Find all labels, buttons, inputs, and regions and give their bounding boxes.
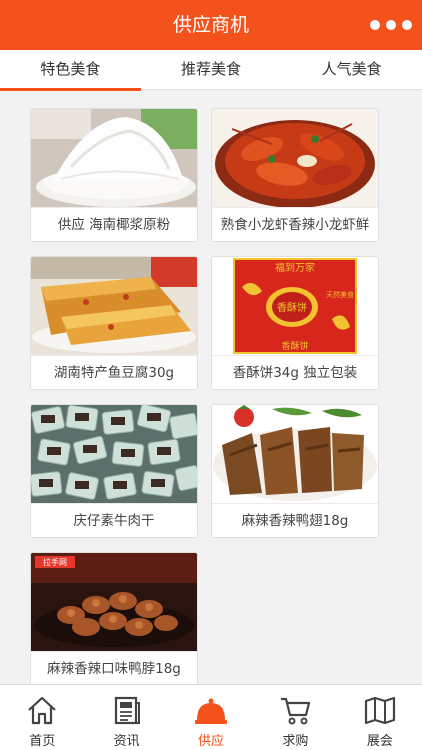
supply-bell-icon [194, 693, 228, 727]
product-card[interactable]: 湖南特产鱼豆腐30g [30, 256, 198, 390]
product-name: 供应 海南椰浆原粉 [31, 207, 197, 241]
svg-text:天然美食: 天然美食 [326, 290, 354, 299]
svg-text:香酥饼: 香酥饼 [277, 301, 307, 314]
product-image [212, 405, 378, 503]
tabbar-label: 供应 [198, 734, 225, 749]
page-title: 供应商机 [172, 14, 249, 36]
product-name: 熟食小龙虾香辣小龙虾鲜 [212, 207, 378, 241]
more-options-icon[interactable] [370, 13, 412, 37]
tabbar-label: 展会 [366, 734, 393, 749]
product-card[interactable]: 麻辣香辣鸭翅18g [211, 404, 379, 538]
product-card[interactable]: 熟食小龙虾香辣小龙虾鲜 [211, 108, 379, 242]
tabbar-item-supply[interactable]: 供应 [169, 685, 253, 750]
tabbar-item-home[interactable]: 首页 [0, 685, 84, 750]
home-icon [25, 693, 59, 727]
tabbar-label: 求购 [282, 734, 309, 749]
tabbar-item-news[interactable]: 资讯 [84, 685, 168, 750]
tabbar-label: 首页 [29, 734, 56, 749]
product-image [31, 405, 197, 503]
product-card[interactable]: 拉手网 麻辣香辣口味鸭脖18g [30, 552, 198, 684]
product-name: 香酥饼34g 独立包装 [212, 355, 378, 389]
cart-icon [278, 693, 312, 727]
tabbar-label: 资讯 [113, 734, 140, 749]
product-image [31, 109, 197, 207]
product-grid: 供应 海南椰浆原粉 熟食小龙虾香辣小龙虾鲜 湖南特产鱼豆腐30g 福到万家 香酥… [0, 90, 422, 684]
tabbar-item-exhibition[interactable]: 展会 [338, 685, 422, 750]
svg-text:福到万家: 福到万家 [275, 261, 315, 274]
tab-recommended-food[interactable]: 推荐美食 [141, 50, 282, 89]
product-name: 湖南特产鱼豆腐30g [31, 355, 197, 389]
product-name: 麻辣香辣鸭翅18g [212, 503, 378, 537]
tab-popular-food[interactable]: 人气美食 [281, 50, 422, 89]
product-image: 拉手网 [31, 553, 197, 651]
tabbar-item-purchase[interactable]: 求购 [253, 685, 337, 750]
product-image [31, 257, 197, 355]
svg-text:拉手网: 拉手网 [43, 557, 67, 567]
category-tabs: 特色美食 推荐美食 人气美食 [0, 50, 422, 91]
product-card[interactable]: 庆仔素牛肉干 [30, 404, 198, 538]
svg-text:香酥饼: 香酥饼 [281, 340, 308, 352]
app-header: 供应商机 [0, 0, 422, 50]
product-card[interactable]: 福到万家 香酥饼 天然美食 香酥饼 香酥饼34g 独立包装 [211, 256, 379, 390]
product-name: 庆仔素牛肉干 [31, 503, 197, 537]
product-name: 麻辣香辣口味鸭脖18g [31, 651, 197, 684]
product-card[interactable]: 供应 海南椰浆原粉 [30, 108, 198, 242]
tab-featured-food[interactable]: 特色美食 [0, 50, 141, 91]
bottom-tab-bar: 首页 资讯 供应 求购 展会 [0, 684, 422, 750]
map-icon [363, 693, 397, 727]
product-image: 福到万家 香酥饼 天然美食 香酥饼 [212, 257, 378, 355]
news-icon [110, 693, 144, 727]
product-image [212, 109, 378, 207]
